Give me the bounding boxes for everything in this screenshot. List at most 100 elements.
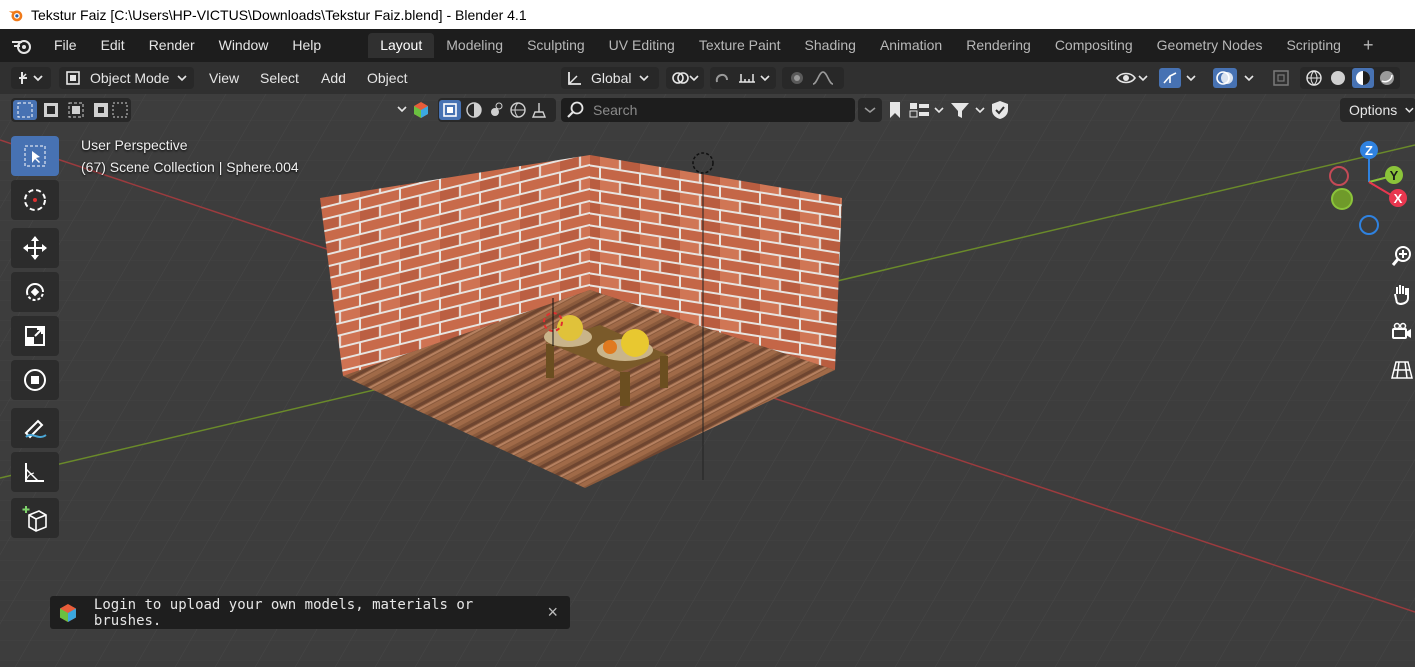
view-layout-dropdown[interactable]: [908, 98, 946, 122]
tab-animation[interactable]: Animation: [868, 33, 954, 58]
menu-window[interactable]: Window: [207, 29, 281, 62]
snap-magnet-icon: [715, 74, 770, 83]
chevron-down-icon: [639, 75, 650, 82]
gizmo-icon: [1159, 68, 1196, 88]
chevron-down-icon: [864, 107, 876, 114]
ruler-icon: [25, 463, 44, 482]
verified-shield-button[interactable]: [988, 98, 1012, 122]
measure-tool[interactable]: [11, 452, 59, 492]
annotate-tool[interactable]: [11, 408, 59, 448]
navigation-gizmo[interactable]: Z Y X: [1328, 140, 1408, 240]
menu-view[interactable]: View: [209, 67, 239, 89]
options-label: Options: [1349, 102, 1398, 118]
proportional-editing-button[interactable]: [782, 67, 844, 89]
select-cursor-icon: [24, 145, 46, 167]
tab-geometry-nodes[interactable]: Geometry Nodes: [1145, 33, 1275, 58]
bookmark-button[interactable]: [884, 98, 906, 122]
rotate-tool[interactable]: [11, 272, 59, 312]
shading-modes-icons: [1306, 68, 1394, 88]
rotate-icon: [26, 283, 44, 301]
zoom-icon: [1391, 246, 1411, 266]
tab-modeling[interactable]: Modeling: [434, 33, 515, 58]
move-arrows-icon: [23, 236, 47, 260]
cursor-tool[interactable]: [11, 180, 59, 220]
shield-check-icon: [992, 101, 1008, 119]
snap-settings-button[interactable]: [710, 67, 776, 89]
blender-logo-icon: [8, 10, 23, 21]
object-mode-dropdown[interactable]: Object Mode: [59, 67, 194, 89]
menu-render[interactable]: Render: [137, 29, 207, 62]
selection-mode-icons: [13, 100, 128, 120]
transform-orientation-dropdown[interactable]: Global: [561, 67, 659, 89]
tab-shading[interactable]: Shading: [793, 33, 868, 58]
grid-perspective-icon: [1391, 361, 1413, 379]
orientation-label: Global: [591, 70, 632, 86]
asset-browser-toggle[interactable]: [394, 98, 434, 122]
asset-hexagon-icon: [59, 603, 76, 622]
chevron-down-icon: [177, 75, 187, 82]
tab-texture-paint[interactable]: Texture Paint: [687, 33, 793, 58]
menu-edit[interactable]: Edit: [89, 29, 137, 62]
menu-help[interactable]: Help: [280, 29, 333, 62]
bookmark-icon: [890, 102, 900, 118]
3d-viewport[interactable]: User Perspective (67) Scene Collection |…: [0, 94, 1415, 667]
pencil-icon: [24, 419, 47, 439]
gizmo-neg-y-icon[interactable]: [1331, 188, 1353, 210]
asset-hexagon-icon: [397, 102, 428, 118]
asset-filter-icons: [439, 100, 547, 120]
menu-select[interactable]: Select: [260, 67, 299, 89]
add-cube-icon: [22, 506, 47, 532]
search-placeholder: Search: [593, 102, 638, 118]
toast-close-button[interactable]: ×: [547, 602, 558, 623]
visibility-dropdown[interactable]: [1113, 67, 1151, 89]
collection-info-label: (67) Scene Collection | Sphere.004: [81, 159, 299, 175]
filter-dropdown[interactable]: [948, 98, 988, 122]
selection-mode-group[interactable]: [11, 98, 131, 122]
transform-tool[interactable]: [11, 360, 59, 400]
tool-settings-bar: Search Options: [0, 94, 1415, 126]
tab-scripting[interactable]: Scripting: [1274, 33, 1352, 58]
menu-add[interactable]: Add: [321, 67, 346, 89]
tab-compositing[interactable]: Compositing: [1043, 33, 1145, 58]
shading-mode-group: [1300, 67, 1400, 89]
search-icon: [567, 101, 584, 118]
blender-menu-icon[interactable]: [10, 36, 34, 56]
pan-button[interactable]: [1388, 280, 1415, 308]
select-box-tool[interactable]: [11, 136, 59, 176]
xray-toggle-button[interactable]: [1270, 67, 1292, 89]
scale-tool[interactable]: [11, 316, 59, 356]
gizmo-neg-x-icon[interactable]: [1329, 166, 1349, 186]
gizmo-y-label: Y: [1390, 168, 1399, 183]
tab-layout[interactable]: Layout: [368, 33, 435, 58]
tab-sculpting[interactable]: Sculpting: [515, 33, 597, 58]
move-tool[interactable]: [11, 228, 59, 268]
object-mode-label: Object Mode: [90, 70, 170, 86]
asset-search-input[interactable]: Search: [561, 98, 855, 122]
gizmo-neg-z-icon[interactable]: [1359, 215, 1379, 235]
overlays-toggle-button[interactable]: [1212, 67, 1260, 89]
workspace-tabs: Layout Modeling Sculpting UV Editing Tex…: [368, 29, 1383, 62]
camera-view-button[interactable]: [1388, 318, 1415, 346]
gizmo-toggle-button[interactable]: [1157, 67, 1201, 89]
zoom-button[interactable]: [1388, 242, 1415, 270]
editor-type-button[interactable]: [11, 67, 51, 89]
editor-type-icon: [19, 72, 43, 84]
perspective-toggle-button[interactable]: [1388, 356, 1415, 384]
add-cube-tool[interactable]: [11, 498, 59, 538]
options-dropdown[interactable]: Options: [1340, 98, 1415, 122]
pivot-point-dropdown[interactable]: [666, 67, 704, 89]
transform-icon: [24, 369, 46, 391]
camera-icon: [1392, 322, 1411, 339]
search-options-dropdown[interactable]: [858, 98, 882, 122]
filter-funnel-icon: [951, 103, 985, 118]
add-workspace-button[interactable]: +: [1353, 35, 1384, 56]
menu-object[interactable]: Object: [367, 67, 407, 89]
scale-icon: [25, 326, 45, 346]
hand-icon: [1394, 285, 1409, 305]
gizmo-z-label: Z: [1365, 143, 1373, 158]
menu-file[interactable]: File: [42, 29, 89, 62]
asset-type-filters[interactable]: [438, 98, 556, 122]
login-notification-toast: Login to upload your own models, materia…: [50, 596, 570, 629]
tab-rendering[interactable]: Rendering: [954, 33, 1043, 58]
tab-uv-editing[interactable]: UV Editing: [597, 33, 687, 58]
